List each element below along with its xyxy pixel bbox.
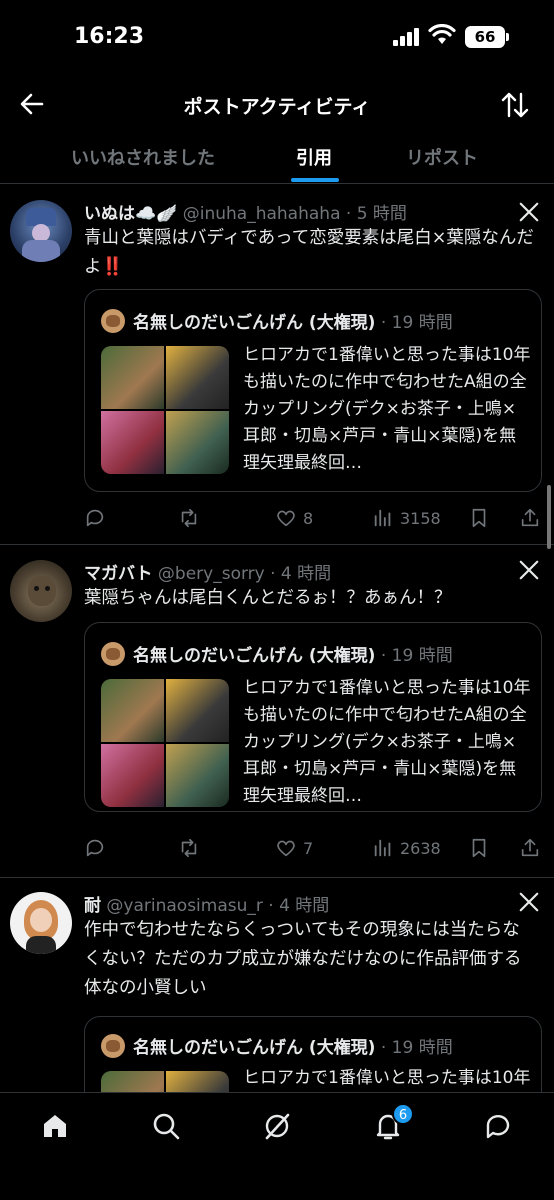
bottom-nav: 6 bbox=[0, 1092, 554, 1200]
quoted-text: ヒロアカで1番偉いと思った事は10年も描いたのに作中で匂わせたA組の全カップリン… bbox=[243, 345, 531, 473]
heart-icon bbox=[277, 840, 295, 857]
avatar[interactable] bbox=[10, 560, 72, 622]
quoted-name: 名無しのだいごんげん (大権現) bbox=[133, 1038, 376, 1058]
notification-badge: 6 bbox=[392, 1103, 414, 1125]
wifi-icon bbox=[428, 24, 456, 44]
quoted-tweet[interactable]: 名無しのだいごんげん (大権現) · 19 時間 ヒロアカで1番偉いと思った事は… bbox=[84, 622, 542, 812]
quoted-text: ヒロアカで1番偉いと思った事は10年も描いたのに作中で匂わせたA組の全カップリン… bbox=[243, 678, 531, 806]
reply-icon bbox=[86, 509, 104, 527]
scrollbar[interactable] bbox=[547, 485, 551, 549]
quoted-time: · 19 時間 bbox=[380, 1038, 453, 1058]
sort-icon[interactable] bbox=[500, 90, 530, 120]
tab-indicator bbox=[291, 178, 339, 182]
top-bar: ポストアクティビティ bbox=[0, 78, 554, 132]
tweet-actions: 8 3158 bbox=[84, 504, 546, 532]
display-name[interactable]: マガバト bbox=[84, 564, 153, 584]
view-count: 3158 bbox=[400, 508, 441, 528]
bookmark-icon bbox=[472, 838, 486, 858]
status-time: 16:23 bbox=[74, 24, 145, 49]
like-button[interactable]: 8 bbox=[275, 504, 313, 532]
like-button[interactable]: 7 bbox=[275, 834, 313, 862]
x-logo-icon bbox=[519, 202, 539, 222]
tweet-header: マガバト @bery_sorry · 4 時間 bbox=[84, 559, 331, 584]
share-button[interactable] bbox=[519, 504, 541, 532]
tweet-header: いぬは☁️🪽 @inuha_hahahaha · 5 時間 bbox=[84, 199, 407, 224]
tab-quotes[interactable]: 引用 bbox=[296, 144, 332, 170]
share-button[interactable] bbox=[519, 834, 541, 862]
views-button[interactable]: 2638 bbox=[372, 834, 441, 862]
quoted-avatar bbox=[101, 1033, 125, 1058]
grok-icon[interactable] bbox=[262, 1111, 292, 1141]
tweet-text-content: 青山と葉隠はバディであって恋愛要素は尾白×葉隠なんだよ bbox=[84, 228, 534, 277]
emphasis-emoji: ‼️ bbox=[101, 257, 124, 277]
tweet-text: 葉隠ちゃんは尾白くんとだるぉ！？あぁん！？ bbox=[84, 588, 452, 608]
quoted-time: · 19 時間 bbox=[380, 313, 453, 333]
handle-time: @yarinaosimasu_r · 4 時間 bbox=[106, 896, 330, 916]
tab-reposts[interactable]: リポスト bbox=[406, 144, 478, 170]
repost-button[interactable] bbox=[178, 504, 206, 532]
tweet-text: 青山と葉隠はバディであって恋愛要素は尾白×葉隠なんだよ‼️ bbox=[84, 224, 536, 282]
bookmark-button[interactable] bbox=[468, 504, 490, 532]
views-button[interactable]: 3158 bbox=[372, 504, 441, 532]
tweet-card[interactable]: 耐 @yarinaosimasu_r · 4 時間 作中で匂わせたならくっついて… bbox=[0, 878, 554, 1156]
quoted-tweet[interactable]: 名無しのだいごんげん (大権現) · 19 時間 ヒロアカで1番偉いと思った事は… bbox=[84, 289, 542, 492]
quoted-name: 名無しのだいごんげん (大権現) bbox=[133, 646, 376, 666]
like-count: 7 bbox=[303, 838, 314, 858]
share-icon bbox=[521, 838, 539, 857]
bookmark-button[interactable] bbox=[468, 834, 490, 862]
avatar[interactable] bbox=[10, 892, 72, 954]
repost-icon bbox=[181, 508, 197, 528]
repost-button[interactable] bbox=[178, 834, 206, 862]
reply-icon bbox=[86, 839, 104, 857]
avatar[interactable] bbox=[10, 200, 72, 262]
quoted-header: 名無しのだいごんげん (大権現) · 19 時間 bbox=[101, 641, 453, 666]
messages-icon[interactable] bbox=[483, 1111, 513, 1141]
handle-time: @inuha_hahahaha · 5 時間 bbox=[182, 204, 407, 224]
views-icon bbox=[374, 509, 391, 527]
quoted-header: 名無しのだいごんげん (大権現) · 19 時間 bbox=[101, 1033, 453, 1058]
tweet-card[interactable]: マガバト @bery_sorry · 4 時間 葉隠ちゃんは尾白くんとだるぉ！？… bbox=[0, 545, 554, 878]
status-bar: 16:23 66 bbox=[0, 0, 554, 78]
x-logo-icon bbox=[519, 892, 539, 912]
tweet-card[interactable]: いぬは☁️🪽 @inuha_hahahaha · 5 時間 青山と葉隠はバディで… bbox=[0, 185, 554, 545]
battery-icon: 66 bbox=[465, 26, 509, 48]
repost-icon bbox=[181, 838, 197, 858]
tweet-actions: 7 2638 bbox=[84, 834, 546, 862]
reply-button[interactable] bbox=[84, 504, 112, 532]
quoted-image-grid[interactable] bbox=[101, 346, 229, 474]
quoted-avatar bbox=[101, 641, 125, 666]
quoted-time: · 19 時間 bbox=[380, 646, 453, 666]
quoted-image-grid[interactable] bbox=[101, 679, 229, 807]
activity-tabs: いいねされました 引用 リポスト bbox=[0, 132, 554, 184]
tweet-text: 作中で匂わせたならくっついてもその現象には当たらなくない？ただのカプ成立が嫌なだ… bbox=[84, 920, 522, 998]
heart-icon bbox=[277, 510, 295, 527]
quoted-header: 名無しのだいごんげん (大権現) · 19 時間 bbox=[101, 308, 453, 333]
display-name[interactable]: 耐 bbox=[84, 896, 101, 916]
handle-time: @bery_sorry · 4 時間 bbox=[157, 564, 332, 584]
home-icon[interactable] bbox=[40, 1111, 70, 1141]
view-count: 2638 bbox=[400, 838, 441, 858]
quoted-name: 名無しのだいごんげん (大権現) bbox=[133, 313, 376, 333]
reply-button[interactable] bbox=[84, 834, 112, 862]
share-icon bbox=[521, 508, 539, 527]
bookmark-icon bbox=[472, 508, 486, 528]
display-name[interactable]: いぬは☁️🪽 bbox=[84, 204, 177, 224]
like-count: 8 bbox=[303, 508, 314, 528]
x-logo-icon bbox=[519, 560, 539, 580]
page-title: ポストアクティビティ bbox=[183, 96, 371, 118]
search-icon[interactable] bbox=[151, 1111, 181, 1141]
views-icon bbox=[374, 839, 391, 857]
signal-icon bbox=[393, 28, 421, 46]
tweet-header: 耐 @yarinaosimasu_r · 4 時間 bbox=[84, 891, 329, 916]
quoted-avatar bbox=[101, 308, 125, 333]
tab-likes[interactable]: いいねされました bbox=[71, 144, 215, 170]
